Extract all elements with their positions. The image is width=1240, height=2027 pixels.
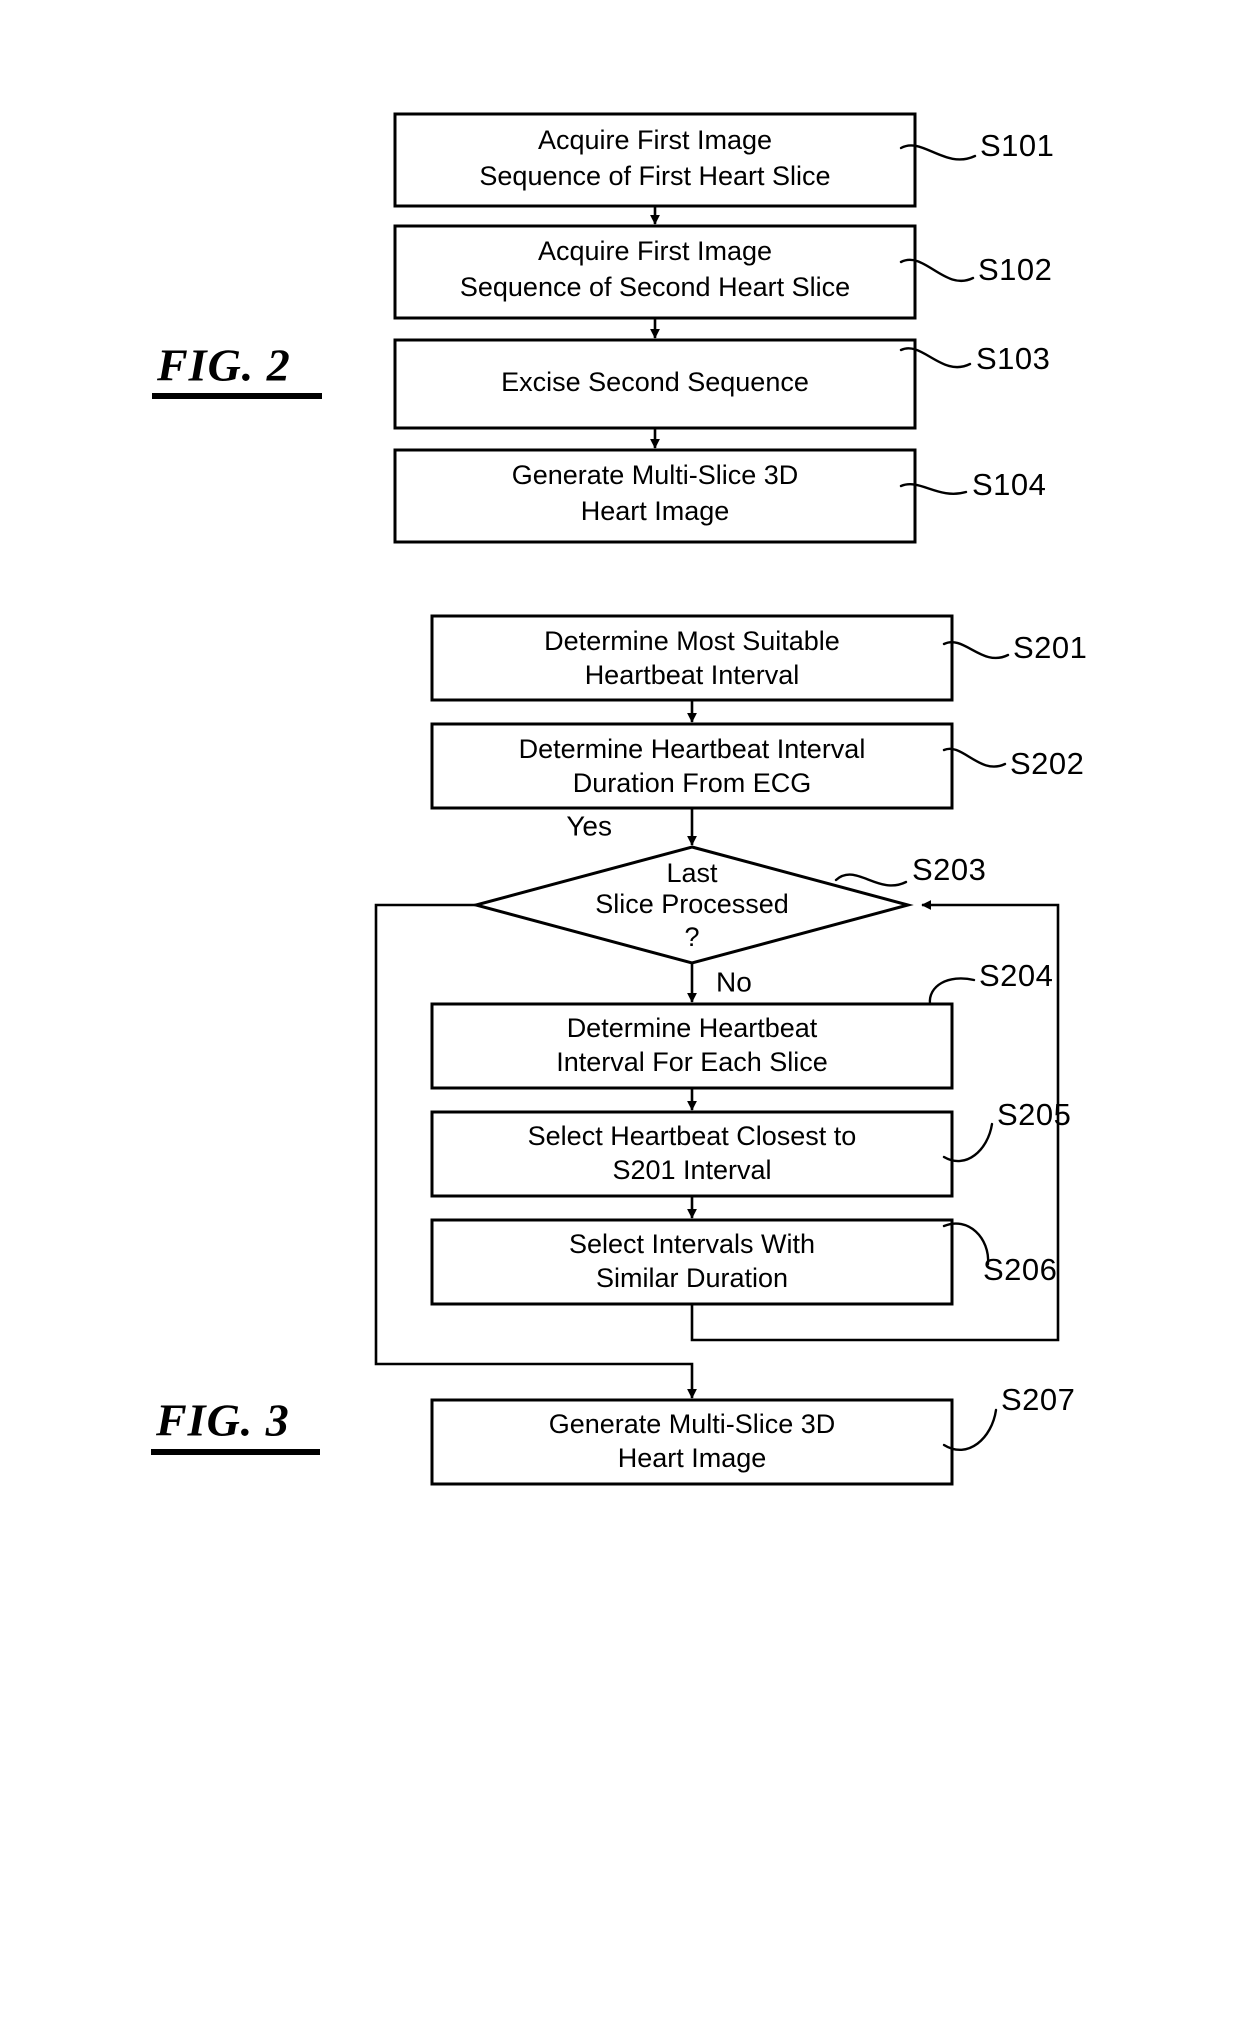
fig2-s104-line-1: Generate Multi-Slice 3D [512, 460, 799, 490]
fig2-s102-line-1: Acquire First Image [538, 236, 772, 266]
fig2-s101-ref: S101 [980, 128, 1054, 163]
fig3-s204-line-2: Interval For Each Slice [556, 1047, 828, 1077]
fig3-s202-ref: S202 [1010, 746, 1084, 781]
fig3-step-s202: Determine Heartbeat Interval Duration Fr… [430, 722, 1084, 810]
fig3-s206-line-1: Select Intervals With [569, 1229, 815, 1259]
fig3-branch-yes-label: Yes [566, 810, 612, 841]
fig3-step-s201: Determine Most Suitable Heartbeat Interv… [430, 614, 1087, 702]
fig3-s207-line-1: Generate Multi-Slice 3D [549, 1409, 836, 1439]
fig3-s203-leader [834, 873, 908, 887]
figure-2: FIG. 2 Acquire First Image Sequence of F… [152, 112, 1054, 544]
fig2-step-s102: Acquire First Image Sequence of Second H… [393, 224, 1052, 320]
fig3-s203-line-3: ? [684, 922, 699, 952]
fig2-step-s101: Acquire First Image Sequence of First He… [393, 112, 1054, 208]
figure-3: FIG. 3 Determine Most Suitable Heartbeat… [151, 614, 1087, 1486]
fig3-s203-ref: S203 [912, 852, 986, 887]
fig2-s103-ref: S103 [976, 341, 1050, 376]
fig2-step-s104: Generate Multi-Slice 3D Heart Image S104 [393, 448, 1046, 544]
fig2-s104-line-2: Heart Image [581, 496, 730, 526]
fig3-s206-ref: S206 [983, 1252, 1057, 1287]
fig3-s201-ref: S201 [1013, 630, 1087, 665]
flowchart-canvas: FIG. 2 Acquire First Image Sequence of F… [151, 112, 1087, 1486]
fig3-s207-ref: S207 [1001, 1382, 1075, 1417]
fig3-s202-line-1: Determine Heartbeat Interval [519, 734, 866, 764]
fig2-s104-ref: S104 [972, 467, 1046, 502]
fig3-s205-ref: S205 [997, 1097, 1071, 1132]
fig3-step-s206: Select Intervals With Similar Duration S… [430, 1218, 1057, 1306]
fig3-branch-no-label: No [716, 966, 752, 997]
fig3-s205-line-2: S201 Interval [612, 1155, 771, 1185]
fig3-s205-line-1: Select Heartbeat Closest to [528, 1121, 857, 1151]
fig3-s204-line-1: Determine Heartbeat [567, 1013, 818, 1043]
fig2-s103-line-1: Excise Second Sequence [501, 367, 809, 397]
figure-3-caption: FIG. 3 [155, 1395, 290, 1446]
fig3-s203-line-1: Last [666, 858, 718, 888]
fig2-s102-line-2: Sequence of Second Heart Slice [460, 272, 850, 302]
fig3-s207-line-2: Heart Image [618, 1443, 767, 1473]
fig2-s102-ref: S102 [978, 252, 1052, 287]
fig3-s204-leader [928, 977, 976, 1006]
fig3-s201-line-1: Determine Most Suitable [544, 626, 840, 656]
fig3-s201-leader [942, 641, 1010, 660]
fig3-step-s207: Generate Multi-Slice 3D Heart Image S207 [430, 1382, 1075, 1486]
fig3-s204-ref: S204 [979, 958, 1053, 993]
fig3-s201-line-2: Heartbeat Interval [585, 660, 800, 690]
fig2-step-s103: Excise Second Sequence S103 [393, 338, 1050, 430]
fig3-step-s205: Select Heartbeat Closest to S201 Interva… [430, 1097, 1071, 1198]
fig3-s202-line-2: Duration From ECG [573, 768, 812, 798]
fig3-s206-line-2: Similar Duration [596, 1263, 788, 1293]
figure-2-caption: FIG. 2 [156, 340, 291, 391]
fig3-s203-line-2: Slice Processed [595, 889, 789, 919]
fig3-step-s203: Last Slice Processed ? S203 [470, 845, 986, 965]
patent-drawing-sheet: FIG. 2 Acquire First Image Sequence of F… [0, 0, 1240, 2027]
fig2-s101-line-1: Acquire First Image [538, 125, 772, 155]
fig2-s101-line-2: Sequence of First Heart Slice [479, 161, 830, 191]
